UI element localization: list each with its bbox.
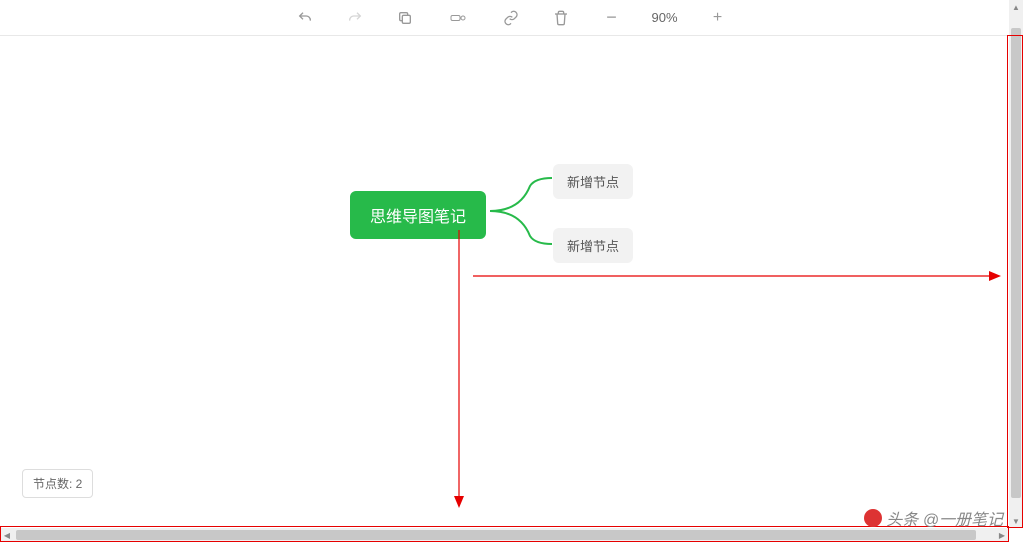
zoom-in-button[interactable]: + — [708, 8, 728, 28]
format-button[interactable] — [445, 8, 471, 28]
link-button[interactable] — [501, 8, 521, 28]
redo-button[interactable] — [345, 8, 365, 28]
node-count-badge: 节点数: 2 — [22, 469, 93, 498]
mindmap-child-node[interactable]: 新增节点 — [553, 228, 633, 263]
mindmap-child-node[interactable]: 新增节点 — [553, 164, 633, 199]
horizontal-scroll-thumb[interactable] — [16, 530, 976, 540]
zoom-level: 90% — [651, 10, 677, 25]
scroll-up-button[interactable]: ▲ — [1009, 0, 1023, 14]
scroll-right-button[interactable]: ▶ — [995, 528, 1009, 542]
vertical-scroll-thumb[interactable] — [1011, 28, 1021, 498]
mindmap-canvas[interactable]: 思维导图笔记 新增节点 新增节点 — [0, 36, 1009, 528]
copy-button[interactable] — [395, 8, 415, 28]
watermark: 头条 @一册笔记 — [864, 506, 1003, 530]
zoom-out-button[interactable]: − — [601, 8, 621, 28]
undo-button[interactable] — [295, 8, 315, 28]
watermark-logo-icon — [864, 509, 882, 527]
scroll-down-button[interactable]: ▼ — [1009, 514, 1023, 528]
delete-button[interactable] — [551, 8, 571, 28]
vertical-scrollbar[interactable]: ▲ ▼ — [1009, 0, 1023, 528]
mindmap-root-node[interactable]: 思维导图笔记 — [350, 191, 486, 239]
horizontal-scrollbar[interactable]: ◀ ▶ — [0, 528, 1009, 542]
scroll-left-button[interactable]: ◀ — [0, 528, 14, 542]
watermark-text: 头条 @一册笔记 — [886, 506, 1003, 530]
toolbar: − 90% + — [0, 0, 1023, 36]
node-connector — [490, 166, 560, 256]
